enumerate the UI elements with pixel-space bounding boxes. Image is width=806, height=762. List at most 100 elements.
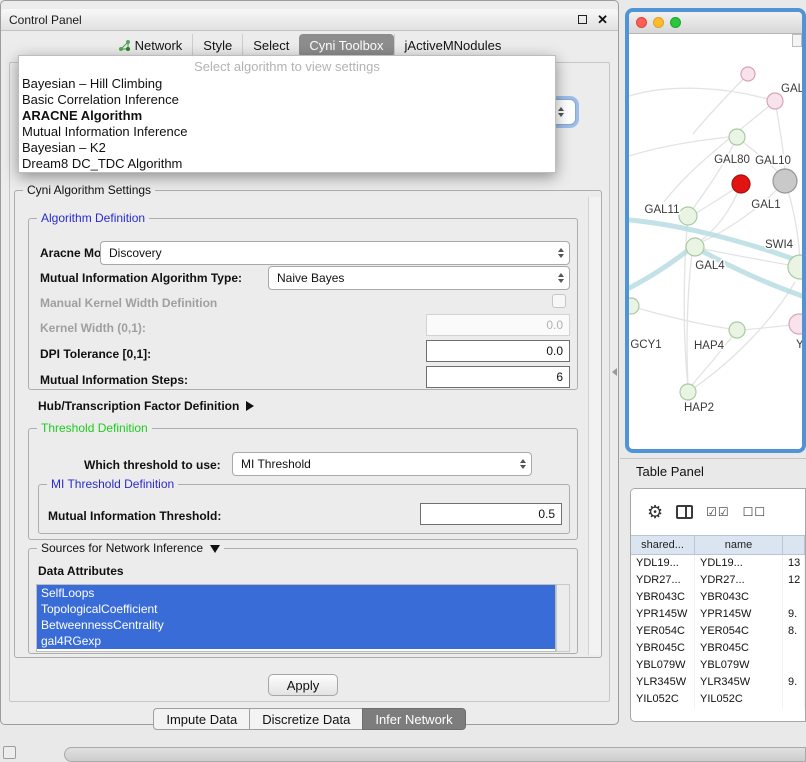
table-cell[interactable] bbox=[783, 657, 805, 674]
which-threshold-select[interactable]: MI Threshold bbox=[232, 452, 532, 476]
float-window-icon[interactable] bbox=[578, 15, 587, 24]
expand-right-icon[interactable] bbox=[246, 401, 254, 411]
tab-cyni-toolbox[interactable]: Cyni Toolbox bbox=[299, 34, 393, 57]
aracne-mode-select[interactable]: Discovery bbox=[100, 241, 570, 265]
column-header-name[interactable]: name bbox=[695, 536, 783, 554]
network-node[interactable] bbox=[732, 175, 750, 193]
table-cell[interactable] bbox=[783, 691, 805, 708]
attribute-list-scrollbar[interactable] bbox=[556, 584, 570, 652]
dpi-tolerance-field[interactable]: 0.0 bbox=[426, 340, 570, 362]
minimize-traffic-icon[interactable] bbox=[653, 17, 664, 28]
table-cell[interactable]: YPR145W bbox=[631, 606, 695, 623]
settings-scrollbar[interactable] bbox=[588, 197, 601, 655]
deselect-columns-icon[interactable]: ☐☐ bbox=[743, 506, 767, 518]
table-row[interactable]: YLR345WYLR345W9. bbox=[631, 674, 805, 691]
table-cell[interactable]: 8. bbox=[783, 623, 805, 640]
restore-panel-button[interactable] bbox=[3, 746, 16, 759]
table-cell[interactable]: YBL079W bbox=[695, 657, 783, 674]
dropdown-option[interactable]: Dream8 DC_TDC Algorithm bbox=[19, 156, 555, 172]
table-cell[interactable]: YDL19... bbox=[695, 555, 783, 572]
network-canvas[interactable]: GAL8GAL80GAL10GAL11GAL1SWI4GAL4GCY1HAP4Y… bbox=[629, 34, 802, 449]
data-attributes-list[interactable]: SelfLoops TopologicalCoefficient Between… bbox=[36, 584, 556, 652]
table-cell[interactable]: 13 bbox=[783, 555, 805, 572]
attribute-item[interactable]: BetweennessCentrality bbox=[37, 617, 555, 633]
table-cell[interactable]: YIL052C bbox=[695, 691, 783, 708]
table-row[interactable]: YBL079WYBL079W bbox=[631, 657, 805, 674]
network-node[interactable] bbox=[679, 207, 697, 225]
table-cell[interactable]: YBR045C bbox=[695, 640, 783, 657]
network-node[interactable] bbox=[729, 322, 745, 338]
tab-impute-data[interactable]: Impute Data bbox=[153, 708, 250, 730]
table-cell[interactable]: YBL079W bbox=[631, 657, 695, 674]
attribute-item[interactable]: SelfLoops bbox=[37, 585, 555, 601]
tab-jactivemnodules[interactable]: jActiveMNodules bbox=[394, 34, 512, 57]
table-cell[interactable]: YER054C bbox=[631, 623, 695, 640]
tab-discretize-data[interactable]: Discretize Data bbox=[249, 708, 363, 730]
table-cell[interactable]: YBR043C bbox=[695, 589, 783, 606]
table-cell[interactable]: YDL19... bbox=[631, 555, 695, 572]
table-cell[interactable]: YER054C bbox=[695, 623, 783, 640]
table-cell[interactable]: YLR345W bbox=[631, 674, 695, 691]
tab-network[interactable]: Network bbox=[108, 34, 193, 57]
network-window-titlebar[interactable] bbox=[629, 12, 802, 34]
table-cell[interactable]: YIL052C bbox=[631, 691, 695, 708]
close-icon[interactable]: ✕ bbox=[597, 13, 608, 26]
dropdown-option[interactable]: Bayesian – Hill Climbing bbox=[19, 76, 555, 92]
column-header-partial[interactable] bbox=[783, 536, 805, 554]
attribute-item[interactable]: gal4RGexp bbox=[37, 633, 555, 649]
close-traffic-icon[interactable] bbox=[636, 17, 647, 28]
table-cell[interactable] bbox=[783, 640, 805, 657]
table-row[interactable]: YDL19...YDL19...13 bbox=[631, 555, 805, 572]
network-node[interactable] bbox=[680, 384, 696, 400]
apply-button[interactable]: Apply bbox=[268, 674, 338, 696]
table-row[interactable]: YER054CYER054C8. bbox=[631, 623, 805, 640]
table-cell[interactable]: YBR043C bbox=[631, 589, 695, 606]
network-node[interactable] bbox=[773, 169, 797, 193]
hub-definition-toggle[interactable]: Hub/Transcription Factor Definition bbox=[38, 399, 254, 413]
panel-splitter-handle[interactable] bbox=[612, 368, 617, 376]
table-row[interactable]: YBR043CYBR043C bbox=[631, 589, 805, 606]
tab-style[interactable]: Style bbox=[192, 34, 242, 57]
tab-select[interactable]: Select bbox=[242, 34, 299, 57]
manual-kernel-checkbox[interactable] bbox=[552, 294, 566, 308]
network-scrollbar-stub[interactable] bbox=[792, 34, 802, 47]
select-columns-icon[interactable]: ☑☑ bbox=[706, 506, 730, 518]
network-node[interactable] bbox=[729, 129, 745, 145]
table-cell[interactable]: 9. bbox=[783, 606, 805, 623]
table-cell[interactable]: YPR145W bbox=[695, 606, 783, 623]
network-graph[interactable]: GAL8GAL80GAL10GAL11GAL1SWI4GAL4GCY1HAP4Y… bbox=[629, 34, 802, 449]
table-cell[interactable]: YDR27... bbox=[631, 572, 695, 589]
sources-group-title[interactable]: Sources for Network Inference bbox=[37, 541, 224, 555]
table-cell[interactable]: 12 bbox=[783, 572, 805, 589]
attribute-item[interactable]: TopologicalCoefficient bbox=[37, 601, 555, 617]
network-node[interactable] bbox=[789, 314, 802, 334]
table-row[interactable]: YBR045CYBR045C bbox=[631, 640, 805, 657]
table-cell[interactable]: YBR045C bbox=[631, 640, 695, 657]
network-node[interactable] bbox=[686, 238, 704, 256]
dropdown-option[interactable]: Mutual Information Inference bbox=[19, 124, 555, 140]
collapse-down-icon[interactable] bbox=[210, 545, 220, 553]
tab-infer-network[interactable]: Infer Network bbox=[362, 708, 465, 730]
dropdown-option[interactable]: Basic Correlation Inference bbox=[19, 92, 555, 108]
mi-type-select[interactable]: Naive Bayes bbox=[268, 266, 570, 290]
collapsed-panel-bar[interactable] bbox=[64, 747, 806, 762]
gear-icon[interactable]: ⚙ bbox=[647, 503, 663, 521]
kernel-width-field[interactable]: 0.0 bbox=[426, 314, 570, 336]
dropdown-option[interactable]: Bayesian – K2 bbox=[19, 140, 555, 156]
table-row[interactable]: YPR145WYPR145W9. bbox=[631, 606, 805, 623]
table-row[interactable]: YIL052CYIL052C bbox=[631, 691, 805, 708]
mi-steps-field[interactable]: 6 bbox=[426, 366, 570, 388]
network-node[interactable] bbox=[741, 67, 755, 81]
mi-threshold-field[interactable]: 0.5 bbox=[420, 503, 562, 525]
zoom-traffic-icon[interactable] bbox=[670, 17, 681, 28]
column-header-shared[interactable]: shared... bbox=[631, 536, 695, 554]
control-panel-titlebar[interactable]: Control Panel ✕ bbox=[1, 9, 618, 31]
network-node[interactable] bbox=[629, 298, 639, 314]
table-panel-header[interactable]: Table Panel bbox=[620, 458, 806, 484]
table-cell[interactable] bbox=[783, 589, 805, 606]
network-node[interactable] bbox=[767, 93, 783, 109]
table-cell[interactable]: YLR345W bbox=[695, 674, 783, 691]
dropdown-option-selected[interactable]: ARACNE Algorithm bbox=[19, 108, 555, 124]
table-row[interactable]: YDR27...YDR27...12 bbox=[631, 572, 805, 589]
table-cell[interactable]: YDR27... bbox=[695, 572, 783, 589]
